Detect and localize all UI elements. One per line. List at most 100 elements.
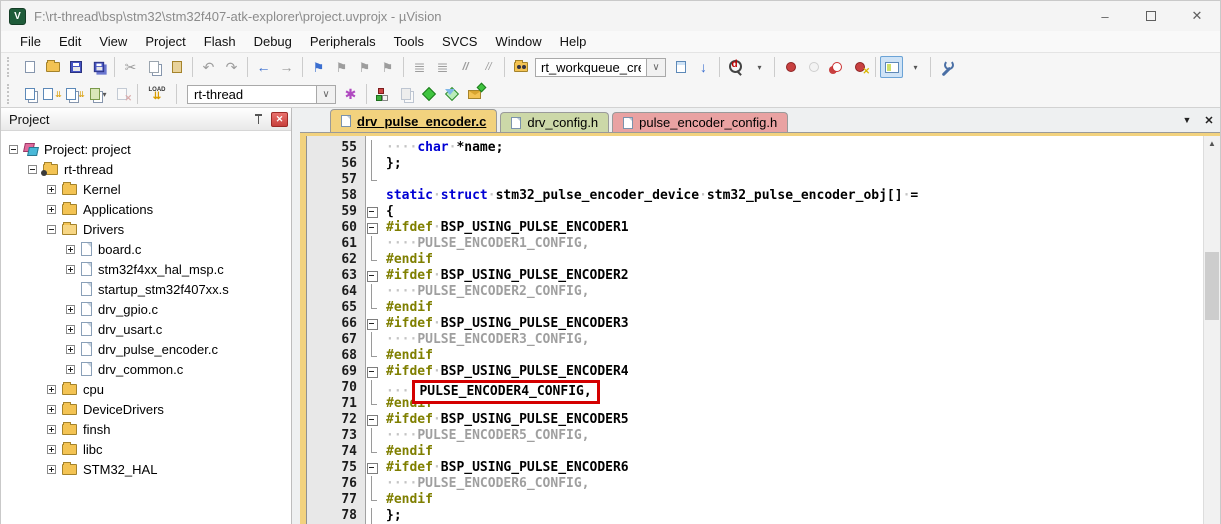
tree-item[interactable]: STM32_HAL bbox=[1, 459, 291, 479]
tree-item[interactable]: board.c bbox=[1, 239, 291, 259]
tab-drv_pulse_encoder.c[interactable]: drv_pulse_encoder.c bbox=[330, 109, 497, 132]
manage-run-time-environment-button[interactable] bbox=[417, 83, 440, 105]
expand-icon[interactable] bbox=[47, 465, 56, 474]
fold-collapse-icon[interactable] bbox=[365, 316, 380, 332]
tree-item[interactable]: Drivers bbox=[1, 219, 291, 239]
menu-help[interactable]: Help bbox=[551, 31, 596, 53]
expand-icon[interactable] bbox=[47, 405, 56, 414]
previous-bookmark-button[interactable]: ⚑ bbox=[330, 56, 353, 78]
expand-icon[interactable] bbox=[66, 325, 75, 334]
menu-flash[interactable]: Flash bbox=[195, 31, 245, 53]
maximize-button[interactable] bbox=[1128, 1, 1174, 31]
tab-list-dropdown-button[interactable]: ▼ bbox=[1176, 110, 1198, 130]
tree-item[interactable]: Applications bbox=[1, 199, 291, 219]
configure-uvision-button[interactable] bbox=[935, 56, 958, 78]
open-file-button[interactable] bbox=[41, 56, 64, 78]
tree-item[interactable]: libc bbox=[1, 439, 291, 459]
copy-button[interactable] bbox=[142, 56, 165, 78]
clear-bookmarks-button[interactable]: ⚑ bbox=[376, 56, 399, 78]
target-select-value[interactable]: rt-thread bbox=[187, 85, 317, 104]
tree-item[interactable]: stm32f4xx_hal_msp.c bbox=[1, 259, 291, 279]
menu-project[interactable]: Project bbox=[136, 31, 194, 53]
scroll-up-icon[interactable]: ▲ bbox=[1204, 139, 1220, 148]
menu-window[interactable]: Window bbox=[486, 31, 550, 53]
toolbar-grip[interactable] bbox=[7, 57, 12, 77]
enable-disable-breakpoint-button[interactable] bbox=[802, 56, 825, 78]
menu-file[interactable]: File bbox=[11, 31, 50, 53]
next-bookmark-button[interactable]: ⚑ bbox=[353, 56, 376, 78]
menu-svcs[interactable]: SVCS bbox=[433, 31, 486, 53]
insert-bookmark-button[interactable]: ⚑ bbox=[307, 56, 330, 78]
redo-button[interactable]: ↷ bbox=[220, 56, 243, 78]
collapse-icon[interactable] bbox=[28, 165, 37, 174]
code-editor[interactable]: 55····char·*name;56};5758static·struct·s… bbox=[307, 136, 1203, 524]
fold-collapse-icon[interactable] bbox=[365, 412, 380, 428]
expand-icon[interactable] bbox=[66, 245, 75, 254]
expand-icon[interactable] bbox=[47, 385, 56, 394]
fold-collapse-icon[interactable] bbox=[365, 220, 380, 236]
collapse-icon[interactable] bbox=[9, 145, 18, 154]
select-software-packs-button[interactable] bbox=[440, 83, 463, 105]
tree-item[interactable]: drv_pulse_encoder.c bbox=[1, 339, 291, 359]
tree-item[interactable]: rt-thread bbox=[1, 159, 291, 179]
rebuild-all-button[interactable]: ⇊ bbox=[64, 83, 87, 105]
uncomment-button[interactable]: // bbox=[477, 56, 500, 78]
undo-button[interactable]: ↶ bbox=[197, 56, 220, 78]
new-file-button[interactable] bbox=[18, 56, 41, 78]
menu-tools[interactable]: Tools bbox=[385, 31, 433, 53]
tree-item[interactable]: drv_usart.c bbox=[1, 319, 291, 339]
vertical-scrollbar[interactable]: ▲ bbox=[1203, 136, 1220, 524]
tree-item[interactable]: drv_common.c bbox=[1, 359, 291, 379]
multi-project-workspace-button[interactable] bbox=[394, 83, 417, 105]
options-for-target-button[interactable]: ✱ bbox=[339, 83, 362, 105]
translate-file-button[interactable] bbox=[18, 83, 41, 105]
incremental-find-button[interactable]: ↓ bbox=[692, 56, 715, 78]
comment-button[interactable]: // bbox=[454, 56, 477, 78]
expand-icon[interactable] bbox=[47, 205, 56, 214]
tree-item[interactable]: drv_gpio.c bbox=[1, 299, 291, 319]
navigate-forward-button[interactable]: → bbox=[275, 56, 298, 78]
start-stop-debug-button[interactable]: d bbox=[724, 56, 747, 78]
toggle-breakpoint-button[interactable] bbox=[779, 56, 802, 78]
tree-item[interactable]: Kernel bbox=[1, 179, 291, 199]
views-dropdown-button[interactable]: ▾ bbox=[903, 56, 926, 78]
cut-button[interactable]: ✂ bbox=[119, 56, 142, 78]
search-input[interactable] bbox=[535, 58, 647, 77]
save-button[interactable] bbox=[64, 56, 87, 78]
outdent-button[interactable]: ≣ bbox=[408, 56, 431, 78]
tree-item[interactable]: Project: project bbox=[1, 139, 291, 159]
expand-icon[interactable] bbox=[47, 185, 56, 194]
tree-item[interactable]: startup_stm32f407xx.s bbox=[1, 279, 291, 299]
menu-peripherals[interactable]: Peripherals bbox=[301, 31, 385, 53]
fold-collapse-icon[interactable] bbox=[365, 364, 380, 380]
fold-collapse-icon[interactable] bbox=[365, 460, 380, 476]
tab-pulse_encoder_config.h[interactable]: pulse_encoder_config.h bbox=[612, 112, 788, 132]
find-in-files-button[interactable] bbox=[509, 56, 532, 78]
disable-all-breakpoints-button[interactable] bbox=[825, 56, 848, 78]
tree-item[interactable]: cpu bbox=[1, 379, 291, 399]
indent-button[interactable]: ≣ bbox=[431, 56, 454, 78]
build-button[interactable]: ⇊ bbox=[41, 83, 64, 105]
project-panel-close-button[interactable]: ✕ bbox=[271, 112, 288, 127]
pin-icon[interactable] bbox=[253, 113, 265, 125]
scrollbar-thumb[interactable] bbox=[1205, 252, 1219, 320]
stop-build-button[interactable]: ✕ bbox=[110, 83, 133, 105]
manage-project-items-button[interactable] bbox=[371, 83, 394, 105]
collapse-icon[interactable] bbox=[47, 225, 56, 234]
menu-view[interactable]: View bbox=[90, 31, 136, 53]
expand-icon[interactable] bbox=[47, 445, 56, 454]
close-button[interactable]: ✕ bbox=[1174, 1, 1220, 31]
paste-button[interactable] bbox=[165, 56, 188, 78]
expand-icon[interactable] bbox=[66, 365, 75, 374]
fold-collapse-icon[interactable] bbox=[365, 204, 380, 220]
find-in-files-2-button[interactable] bbox=[669, 56, 692, 78]
download-button[interactable]: LOAD ⇊ bbox=[142, 83, 172, 105]
save-all-button[interactable] bbox=[87, 56, 110, 78]
target-dropdown-button[interactable]: ∨ bbox=[317, 85, 336, 104]
expand-icon[interactable] bbox=[66, 345, 75, 354]
close-document-button[interactable]: ✕ bbox=[1198, 110, 1220, 130]
find-dropdown-button[interactable]: ∨ bbox=[647, 58, 666, 77]
menu-debug[interactable]: Debug bbox=[245, 31, 301, 53]
minimize-button[interactable]: – bbox=[1082, 1, 1128, 31]
tree-item[interactable]: DeviceDrivers bbox=[1, 399, 291, 419]
